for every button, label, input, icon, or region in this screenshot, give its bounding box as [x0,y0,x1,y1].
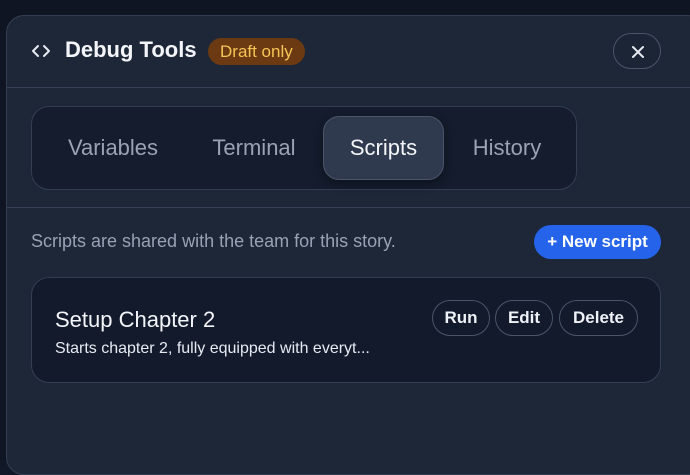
tab-variables[interactable]: Variables [46,116,180,180]
panel-title: Debug Tools [65,37,197,62]
delete-button[interactable]: Delete [559,300,638,336]
close-icon [632,46,644,58]
edit-button[interactable]: Edit [495,300,553,336]
tab-history[interactable]: History [452,116,562,180]
tab-bar: Variables Terminal Scripts History [31,106,577,190]
debug-tools-panel: Debug Tools Draft only Variables Termina… [6,15,690,475]
close-button[interactable] [613,33,661,69]
draft-only-badge: Draft only [208,38,305,65]
tab-scripts[interactable]: Scripts [323,116,444,180]
panel-header: Debug Tools Draft only [7,16,690,88]
section-divider [7,207,690,208]
script-description: Starts chapter 2, fully equipped with ev… [55,340,370,357]
code-icon [32,45,50,57]
script-card: Setup Chapter 2 Starts chapter 2, fully … [31,277,661,383]
new-script-button[interactable]: + New script [534,225,661,259]
run-button[interactable]: Run [432,300,490,336]
script-title: Setup Chapter 2 [55,307,216,332]
scripts-info-text: Scripts are shared with the team for thi… [31,231,396,251]
tab-terminal[interactable]: Terminal [190,116,318,180]
